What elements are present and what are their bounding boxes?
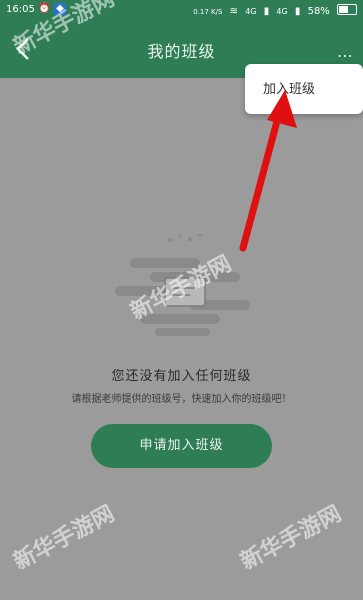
empty-state-subtitle: 请根据老师提供的班级号，快速加入你的班级吧！: [71, 394, 292, 405]
status-time: 16:05: [6, 4, 35, 15]
battery-percent: 58%: [307, 6, 330, 17]
battery-icon: [337, 4, 357, 15]
signal-bars-icon: ▮: [263, 6, 270, 17]
more-menu-button[interactable]: ⋯: [337, 46, 353, 65]
empty-state-title: 您还没有加入任何班级: [111, 369, 252, 384]
network-speed: 0.17 K/S: [193, 8, 223, 16]
signal-4g-b: 4G: [276, 7, 288, 16]
apply-join-class-button[interactable]: 申请加入班级: [91, 424, 272, 468]
annotation-arrow-icon: [239, 90, 297, 252]
signal-4g-a: 4G: [245, 7, 257, 16]
battery-fill: [339, 6, 348, 13]
signal-bars-icon-2: ▮: [294, 6, 301, 17]
watermark: 新华手游网: [236, 501, 346, 576]
wifi-icon: ≋: [229, 6, 239, 17]
watermark: 新华手游网: [9, 501, 119, 576]
status-right: 0.17 K/S ≋ 4G ▮ 4G ▮ 58%: [189, 4, 357, 17]
